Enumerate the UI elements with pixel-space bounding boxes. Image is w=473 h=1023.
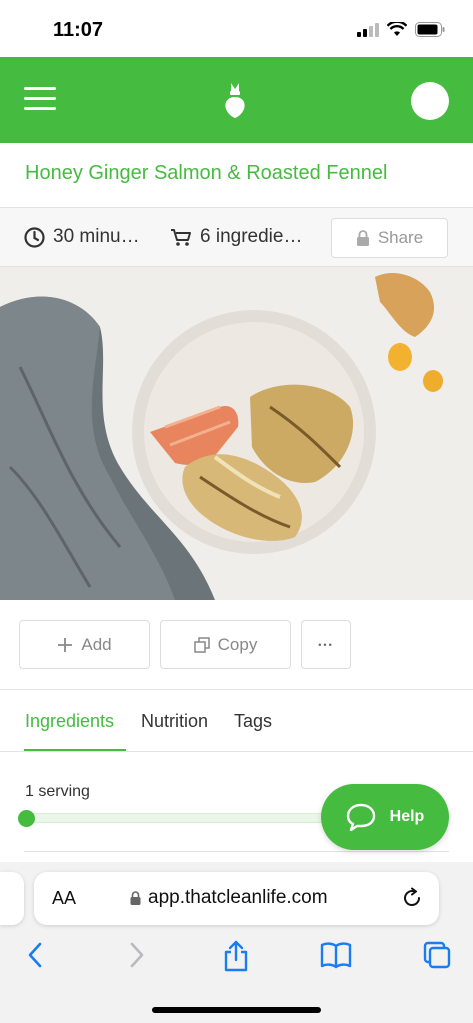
serving-label: 1 serving (25, 783, 90, 800)
status-bar: 11:07 (0, 0, 473, 57)
prep-time: 30 minu… (24, 226, 140, 248)
hamburger-icon[interactable] (24, 87, 56, 111)
recipe-photo (0, 267, 473, 600)
wifi-icon (387, 22, 407, 36)
share-button[interactable]: Share (331, 218, 448, 258)
chat-bubble-icon (346, 803, 375, 831)
salmon-fennel-plate-image (0, 267, 473, 600)
app-header (0, 57, 473, 143)
previous-tab-card[interactable] (0, 872, 24, 925)
prep-time-label: 30 minu… (53, 226, 140, 247)
forward-arrow-icon[interactable] (128, 940, 146, 970)
battery-icon (415, 22, 445, 37)
serving-slider-track[interactable] (26, 813, 336, 823)
tab-nutrition[interactable]: Nutrition (141, 711, 208, 732)
copy-label: Copy (217, 634, 258, 654)
help-label: Help (389, 808, 425, 825)
status-time: 11:07 (53, 19, 104, 41)
serving-slider-thumb[interactable] (18, 810, 35, 827)
avatar[interactable] (411, 82, 449, 120)
reload-icon[interactable] (401, 887, 423, 909)
back-arrow-icon[interactable] (26, 940, 44, 970)
browser-nav-row (0, 940, 473, 980)
reader-text-size-button[interactable]: AA (52, 888, 76, 909)
status-icons (357, 22, 445, 37)
home-indicator (152, 1007, 321, 1013)
lock-icon (130, 891, 141, 905)
ingredient-count: 6 ingredie… (170, 226, 302, 248)
help-button[interactable]: Help (321, 784, 449, 850)
add-button[interactable]: Add (19, 620, 150, 669)
active-tab-indicator (24, 749, 126, 751)
url-text: app.thatcleanlife.com (148, 887, 328, 908)
tab-tags[interactable]: Tags (234, 711, 272, 732)
recipe-actions: Add Copy ••• (0, 600, 473, 690)
browser-toolbar: AA app.thatcleanlife.com (0, 862, 473, 1023)
recipe-title: Honey Ginger Salmon & Roasted Fennel (25, 162, 388, 184)
add-label: Add (81, 634, 112, 654)
ellipsis-icon: ••• (318, 639, 334, 650)
radish-logo-icon[interactable] (222, 81, 248, 119)
recipe-tabs: Ingredients Nutrition Tags (0, 690, 473, 752)
clock-icon (24, 226, 45, 248)
share-label: Share (377, 228, 424, 247)
tab-ingredients[interactable]: Ingredients (25, 711, 114, 732)
tabs-icon[interactable] (423, 940, 451, 970)
share-icon[interactable] (223, 940, 249, 972)
recipe-meta-bar: 30 minu… 6 ingredie… Share (0, 207, 473, 267)
bookmarks-icon[interactable] (320, 940, 352, 970)
copy-icon (193, 636, 210, 653)
address-bar[interactable]: AA app.thatcleanlife.com (34, 872, 439, 925)
more-options-button[interactable]: ••• (301, 620, 351, 669)
cart-icon (171, 229, 191, 246)
ingredient-count-label: 6 ingredie… (200, 226, 303, 247)
copy-button[interactable]: Copy (160, 620, 291, 669)
lock-icon (356, 230, 369, 246)
divider (24, 851, 449, 852)
plus-icon (58, 637, 73, 652)
signal-icon (357, 22, 379, 37)
